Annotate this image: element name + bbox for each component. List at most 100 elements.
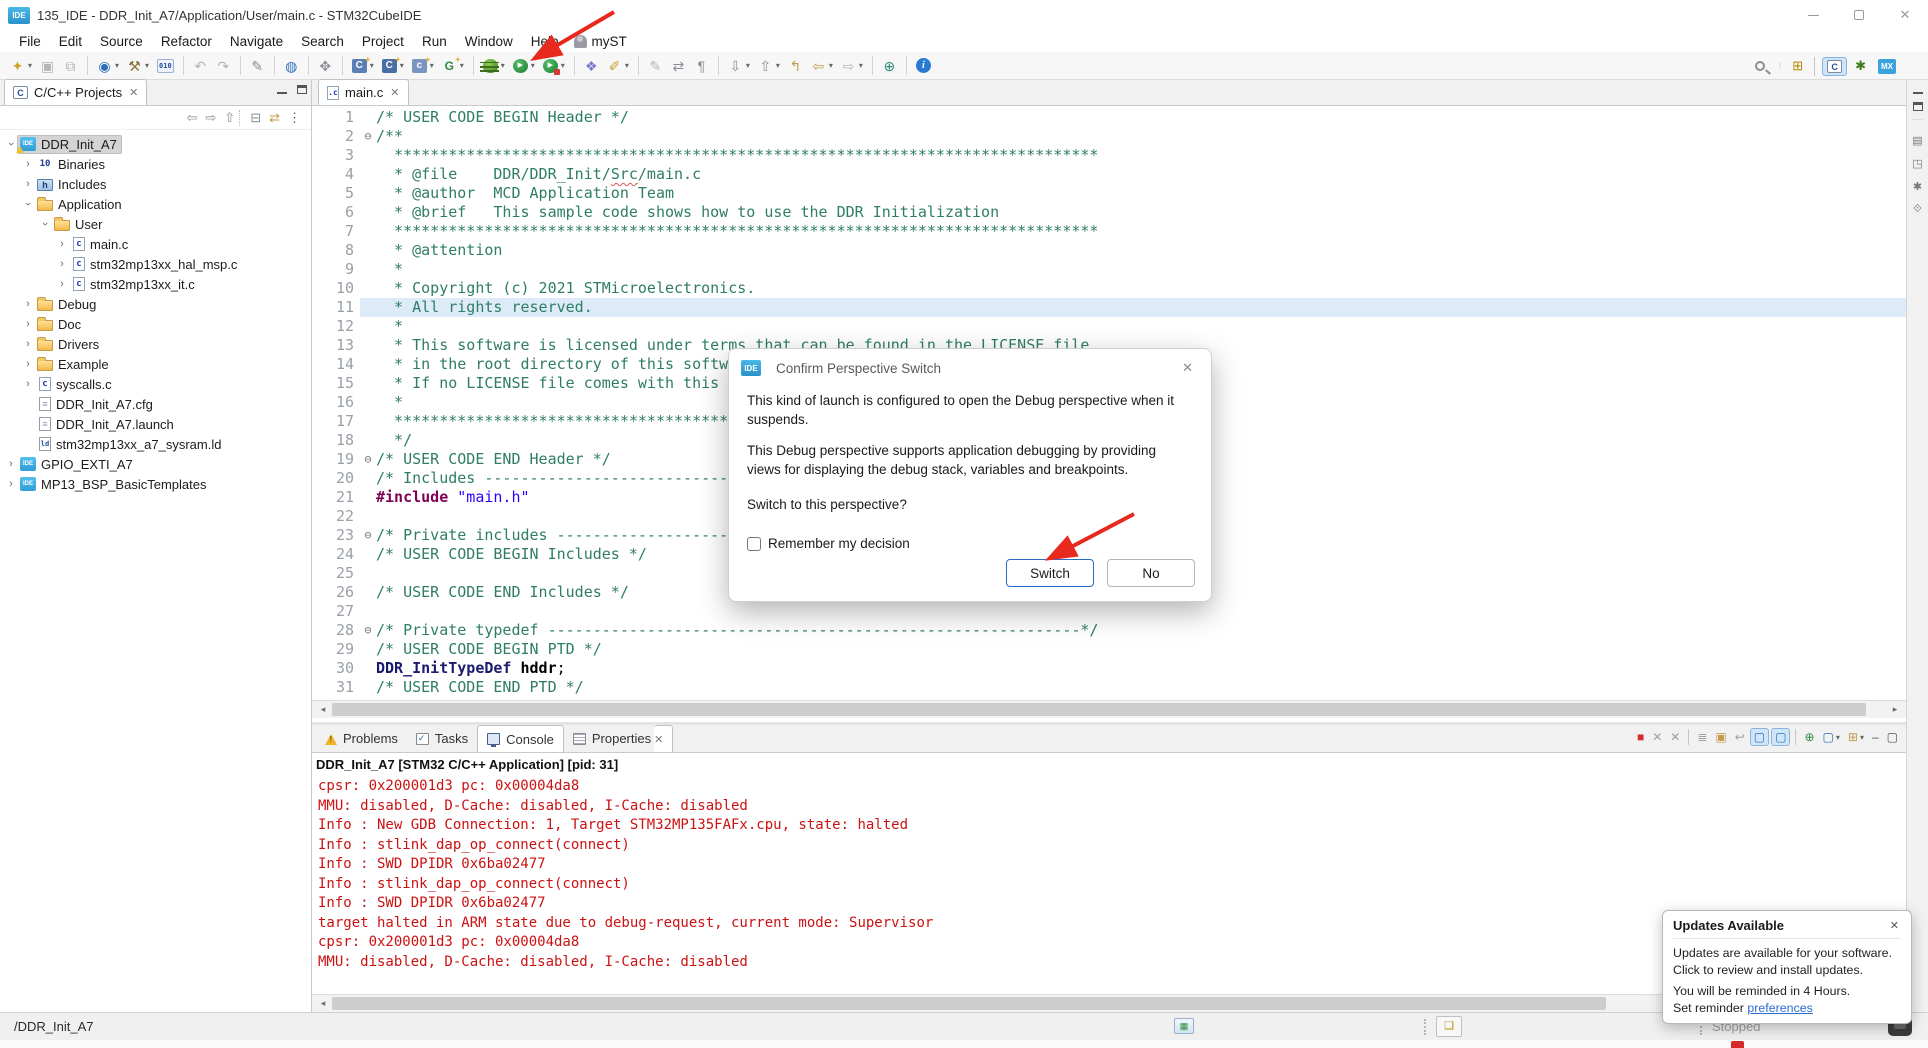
code-line[interactable]: 27: [312, 602, 1906, 621]
console-area-tab[interactable]: Tasks: [407, 725, 477, 752]
switch-button[interactable]: Switch: [1006, 559, 1094, 587]
new-c-project-button[interactable]: C: [349, 54, 377, 78]
fold-marker-icon[interactable]: [360, 241, 376, 260]
tree-chevron-icon[interactable]: [4, 478, 18, 490]
code-line[interactable]: 10 * Copyright (c) 2021 STMicroelectroni…: [312, 279, 1906, 298]
code-line[interactable]: 1 /* USER CODE BEGIN Header */: [312, 108, 1906, 127]
team-sync-button[interactable]: ❖: [581, 54, 602, 78]
menu-item[interactable]: File: [10, 34, 50, 49]
link-with-editor-button[interactable]: ⇄: [668, 54, 689, 78]
tree-item[interactable]: Includes: [0, 174, 311, 194]
code-line[interactable]: 11 * All rights reserved.: [312, 298, 1906, 317]
tree-item[interactable]: GPIO_EXTI_A7: [0, 454, 311, 474]
tree-item[interactable]: stm32mp13xx_a7_sysram.ld: [0, 434, 311, 454]
fold-marker-icon[interactable]: [360, 412, 376, 431]
tree-item[interactable]: DDR_Init_A7.launch: [0, 414, 311, 434]
cubemx-perspective-button[interactable]: MX: [1874, 57, 1900, 76]
fold-marker-icon[interactable]: ⊖: [360, 621, 376, 640]
code-line[interactable]: 29 /* USER CODE BEGIN PTD */: [312, 640, 1906, 659]
new-cpp-project-button[interactable]: C: [379, 54, 407, 78]
fold-marker-icon[interactable]: [360, 374, 376, 393]
open-browser-button[interactable]: ◍: [281, 54, 302, 78]
fold-marker-icon[interactable]: [360, 108, 376, 127]
tree-item[interactable]: Binaries: [0, 154, 311, 174]
remember-decision-checkbox[interactable]: [747, 537, 761, 551]
tree-chevron-icon[interactable]: [21, 198, 35, 210]
tree-chevron-icon[interactable]: [21, 298, 35, 310]
pin-console-button[interactable]: ⊕: [1801, 729, 1817, 745]
save-all-button[interactable]: ⧉: [60, 54, 81, 78]
tree-item[interactable]: stm32mp13xx_hal_msp.c: [0, 254, 311, 274]
preferences-link[interactable]: preferences: [1747, 1001, 1812, 1015]
show-whitespace-button[interactable]: ¶: [691, 54, 712, 78]
fold-marker-icon[interactable]: [360, 659, 376, 678]
back-arrow-button[interactable]: ⇦: [182, 110, 201, 126]
fold-marker-icon[interactable]: [360, 507, 376, 526]
build-button[interactable]: ⚒: [124, 54, 152, 78]
tree-chevron-icon[interactable]: [21, 158, 35, 170]
myst-account[interactable]: myST: [574, 34, 627, 49]
maximize-window-button[interactable]: [1836, 0, 1882, 30]
console-tool-button[interactable]: [1795, 729, 1796, 745]
menu-item[interactable]: Navigate: [221, 34, 292, 49]
fold-marker-icon[interactable]: [360, 393, 376, 412]
tree-chevron-icon[interactable]: [21, 178, 35, 190]
debug-perspective-button[interactable]: ✱: [1851, 56, 1870, 76]
link-with-editor-button[interactable]: ⇄: [265, 110, 284, 126]
status-misc-icon[interactable]: [1174, 1018, 1194, 1034]
external-tools-button[interactable]: ▶: [540, 54, 568, 78]
code-line[interactable]: 3 **************************************…: [312, 146, 1906, 165]
menu-item[interactable]: Window: [456, 34, 522, 49]
minimize-window-button[interactable]: [1790, 0, 1836, 30]
tree-chevron-icon[interactable]: [21, 318, 35, 330]
code-line[interactable]: 28 ⊖ /* Private typedef ----------------…: [312, 621, 1906, 640]
tree-item[interactable]: Debug: [0, 294, 311, 314]
background-tasks-icon[interactable]: [1436, 1016, 1462, 1037]
tree-chevron-icon[interactable]: [55, 238, 69, 250]
fold-marker-icon[interactable]: [360, 640, 376, 659]
maximize-view-icon[interactable]: [297, 85, 307, 94]
fold-marker-icon[interactable]: [360, 298, 376, 317]
fold-marker-icon[interactable]: [360, 279, 376, 298]
tree-item[interactable]: stm32mp13xx_it.c: [0, 274, 311, 294]
generate-code-button[interactable]: G: [439, 54, 467, 78]
fold-marker-icon[interactable]: [360, 317, 376, 336]
toolbar-button[interactable]: [87, 56, 88, 75]
display-selected-console-button[interactable]: ▢: [1820, 729, 1843, 745]
cpp-perspective-button[interactable]: C: [1822, 57, 1847, 76]
tab-cpp-projects[interactable]: C C/C++ Projects ✕: [4, 79, 147, 105]
scroll-lock-button[interactable]: ▣: [1712, 729, 1729, 745]
scroll-left-icon[interactable]: ◂: [314, 701, 332, 718]
info-button[interactable]: i: [913, 54, 934, 78]
tree-item[interactable]: DDR_Init_A7.cfg: [0, 394, 311, 414]
dialog-close-icon[interactable]: ✕: [1176, 358, 1199, 378]
minimize-editor-icon[interactable]: [1913, 86, 1923, 94]
console-area-tab[interactable]: Properties: [564, 725, 660, 752]
close-window-button[interactable]: ✕: [1882, 0, 1928, 30]
menu-item[interactable]: Project: [353, 34, 413, 49]
forward-arrow-button[interactable]: ⇨: [201, 110, 220, 126]
open-perspective-button[interactable]: ⊞: [1788, 56, 1807, 76]
toolbar-button[interactable]: [638, 56, 639, 75]
dialog-title-bar[interactable]: IDE Confirm Perspective Switch ✕: [729, 349, 1211, 387]
toolbar-button[interactable]: [473, 56, 474, 75]
editor-hscrollbar[interactable]: ◂ ▸: [312, 700, 1906, 718]
scrollbar-thumb[interactable]: [332, 703, 1866, 716]
tree-chevron-icon[interactable]: [21, 338, 35, 350]
tree-chevron-icon[interactable]: [55, 278, 69, 290]
pin-editor-button[interactable]: ⊕: [879, 54, 900, 78]
word-wrap-button[interactable]: ↩: [1732, 729, 1748, 745]
fold-marker-icon[interactable]: [360, 336, 376, 355]
fold-marker-icon[interactable]: [360, 488, 376, 507]
code-line[interactable]: 7 **************************************…: [312, 222, 1906, 241]
view-menu-button[interactable]: ⋮: [284, 110, 305, 126]
run-button[interactable]: ▶: [510, 54, 538, 78]
console-area-tab[interactable]: Console: [477, 725, 564, 752]
open-element-button[interactable]: ✎: [247, 54, 268, 78]
new-button[interactable]: ✦: [7, 54, 35, 78]
maximize-editor-icon[interactable]: [1913, 102, 1923, 111]
code-line[interactable]: 9 *: [312, 260, 1906, 279]
tree-chevron-icon[interactable]: [38, 218, 52, 230]
minimize-view-button[interactable]: –: [1869, 729, 1882, 745]
fold-marker-icon[interactable]: [360, 355, 376, 374]
